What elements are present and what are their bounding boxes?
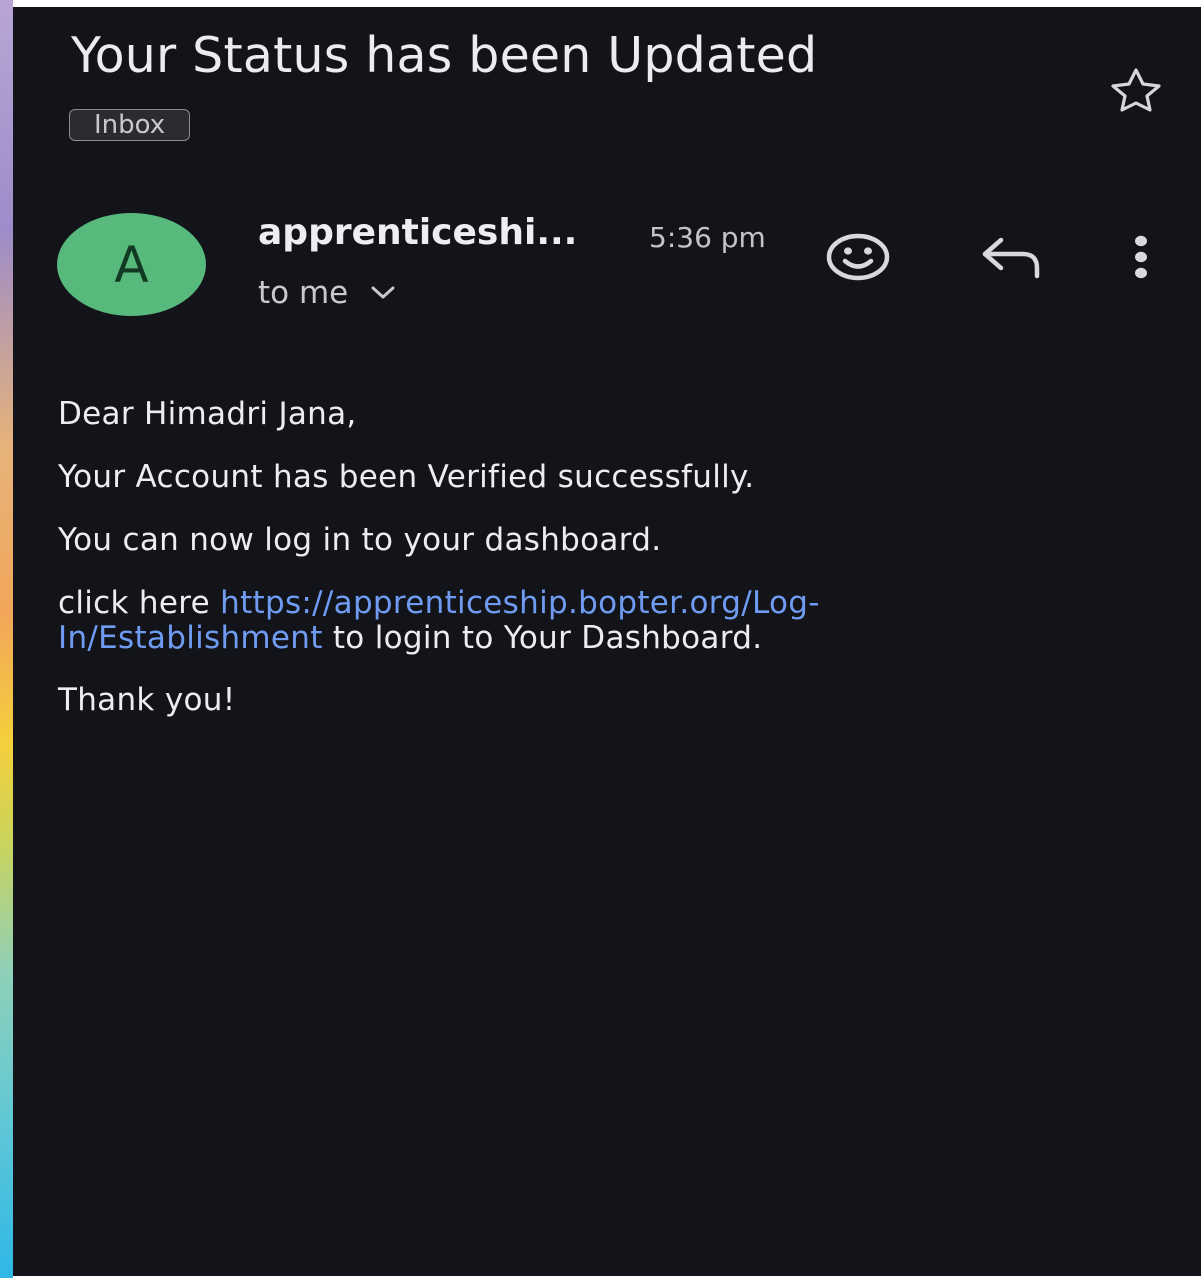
recipient-details-toggle[interactable]: to me xyxy=(258,273,396,313)
sender-avatar[interactable]: A xyxy=(57,213,206,316)
link-suffix-text: to login to Your Dashboard. xyxy=(322,620,763,656)
reply-button[interactable] xyxy=(973,231,1049,283)
email-body-line-1: Your Account has been Verified successfu… xyxy=(58,459,755,495)
avatar-initial: A xyxy=(114,235,149,294)
email-body-line-2: You can now log in to your dashboard. xyxy=(58,522,662,558)
link-prefix-text: click here xyxy=(58,585,221,621)
screen-edge-gradient xyxy=(0,0,13,1278)
add-reaction-icon xyxy=(826,233,890,281)
star-outline-icon xyxy=(1111,68,1161,112)
reply-icon xyxy=(982,237,1040,279)
email-view: Your Status has been Updated Inbox A app… xyxy=(13,7,1201,1276)
add-reaction-button[interactable] xyxy=(821,229,895,285)
email-greeting: Dear Himadri Jana, xyxy=(58,396,357,432)
email-closing: Thank you! xyxy=(58,682,236,718)
recipient-text: to me xyxy=(258,275,349,311)
more-options-button[interactable] xyxy=(1117,229,1165,285)
star-button[interactable] xyxy=(1103,65,1169,115)
sender-name[interactable]: apprenticeshi... xyxy=(258,212,577,253)
label-text: Inbox xyxy=(94,110,166,140)
email-body-link-paragraph: click here https://apprenticeship.bopter… xyxy=(58,586,1008,656)
more-vertical-icon xyxy=(1135,235,1147,279)
inbox-label-chip[interactable]: Inbox xyxy=(69,109,191,141)
chevron-down-icon xyxy=(371,286,395,299)
email-subject: Your Status has been Updated xyxy=(71,27,818,84)
email-time: 5:36 pm xyxy=(649,221,766,254)
